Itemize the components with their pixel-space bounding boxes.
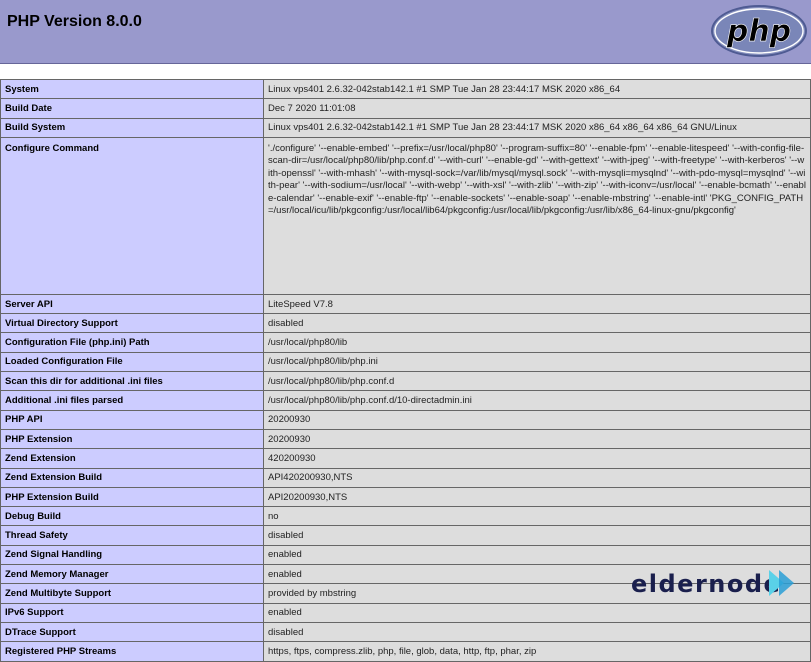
table-row: Thread Safety disabled <box>0 525 811 546</box>
row-label: Zend Signal Handling <box>0 544 264 566</box>
row-label: Build System <box>0 117 264 138</box>
table-row: Server API LiteSpeed V7.8 <box>0 293 811 315</box>
row-label: PHP API <box>0 409 264 430</box>
row-label: Build Date <box>0 98 264 119</box>
row-label: Loaded Configuration File <box>0 351 264 373</box>
table-row: Registered PHP Streams https, ftps, compr… <box>0 641 811 662</box>
row-label: Scan this dir for additional .ini files <box>0 371 264 392</box>
row-value: disabled <box>263 313 811 334</box>
row-value: API420200930,NTS <box>263 467 811 488</box>
table-row: Configure Command './configure' '--enable… <box>0 136 811 295</box>
table-row: Build System Linux vps401 2.6.32-042stab1… <box>0 117 811 138</box>
table-row: DTrace Support disabled <box>0 621 811 643</box>
row-label: Registered PHP Streams <box>0 641 264 662</box>
row-value: enabled <box>263 544 811 566</box>
row-label: Thread Safety <box>0 525 264 546</box>
row-value: Linux vps401 2.6.32-042stab142.1 #1 SMP … <box>263 117 811 138</box>
row-value: 20200930 <box>263 428 811 450</box>
table-row: Zend Extension 420200930 <box>0 448 811 469</box>
row-label: Server API <box>0 293 264 315</box>
row-label: System <box>0 78 264 100</box>
row-value: /usr/local/php80/lib <box>263 332 811 353</box>
table-row: PHP Extension Build API20200930,NTS <box>0 486 811 508</box>
row-value: /usr/local/php80/lib/php.conf.d/10-direc… <box>263 390 811 411</box>
row-value: './configure' '--enable-embed' '--prefix… <box>263 136 811 295</box>
row-value: /usr/local/php80/lib/php.ini <box>263 351 811 373</box>
row-label: IPv6 Support <box>0 602 264 623</box>
row-label: Debug Build <box>0 506 264 527</box>
row-value: Dec 7 2020 11:01:08 <box>263 98 811 119</box>
table-row: Scan this dir for additional .ini files /… <box>0 371 811 392</box>
play-arrows-icon <box>769 570 794 596</box>
row-value: disabled <box>263 525 811 546</box>
row-value: 20200930 <box>263 409 811 430</box>
table-row: Virtual Directory Support disabled <box>0 313 811 334</box>
row-label: Zend Memory Manager <box>0 564 264 585</box>
php-logo-icon: php <box>711 5 807 57</box>
watermark-logo-text: eldernode <box>631 570 782 598</box>
row-value: no <box>263 506 811 527</box>
table-row: PHP Extension 20200930 <box>0 428 811 450</box>
table-row: Zend Signal Handling enabled <box>0 544 811 566</box>
header-spacer <box>0 64 811 80</box>
table-row: Zend Extension Build API420200930,NTS <box>0 467 811 488</box>
page-header: PHP Version 8.0.0 php <box>0 0 811 64</box>
row-label: Configure Command <box>0 136 264 295</box>
table-row: Loaded Configuration File/usr/local/php8… <box>0 351 811 373</box>
row-label: Zend Extension Build <box>0 467 264 488</box>
row-value: LiteSpeed V7.8 <box>263 293 811 315</box>
row-label: Zend Multibyte Support <box>0 583 264 604</box>
row-value: Linux vps401 2.6.32-042stab142.1 #1 SMP … <box>263 78 811 100</box>
row-label: PHP Extension <box>0 428 264 450</box>
row-value: https, ftps, compress.zlib, php, file, g… <box>263 641 811 662</box>
row-label: Virtual Directory Support <box>0 313 264 334</box>
table-row: Configuration File (php.ini) Path/usr/lo… <box>0 332 811 353</box>
row-label: DTrace Support <box>0 621 264 643</box>
php-logo-text: php <box>726 14 791 49</box>
row-label: Zend Extension <box>0 448 264 469</box>
row-label: Configuration File (php.ini) Path <box>0 332 264 353</box>
row-value: /usr/local/php80/lib/php.conf.d <box>263 371 811 392</box>
table-row: System Linux vps401 2.6.32-042stab142.1 #… <box>0 78 811 100</box>
row-label: PHP Extension Build <box>0 486 264 508</box>
page-title: PHP Version 8.0.0 <box>7 13 142 30</box>
eldernode-watermark: eldernode <box>631 568 799 604</box>
row-label: Additional .ini files parsed <box>0 390 264 411</box>
table-row: Debug Build no <box>0 506 811 527</box>
table-row: Build Date Dec 7 2020 11:01:08 <box>0 98 811 119</box>
table-row: PHP API 20200930 <box>0 409 811 430</box>
row-value: 420200930 <box>263 448 811 469</box>
table-row: Additional .ini files parsed/usr/local/p… <box>0 390 811 411</box>
row-value: API20200930,NTS <box>263 486 811 508</box>
row-value: disabled <box>263 621 811 643</box>
table-row: IPv6 Support enabled <box>0 602 811 623</box>
row-value: enabled <box>263 602 811 623</box>
